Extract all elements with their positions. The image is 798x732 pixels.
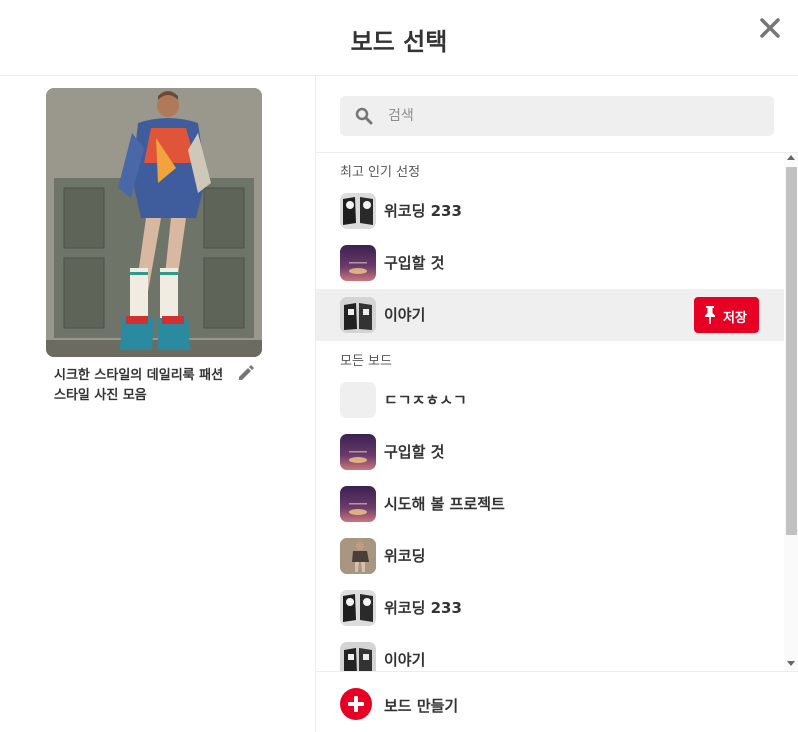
board-row-all-2[interactable]: 시도해 볼 프로젝트 [316, 478, 784, 530]
scroll-up-arrow-icon[interactable] [787, 155, 795, 160]
scroll-down-arrow-icon[interactable] [787, 661, 795, 666]
board-select-modal: 보드 선택 시크한 스타일의 데일리룩 패션 스타일 사진 모음 검색 최고 인… [0, 0, 798, 732]
board-name: ㄷㄱㅈㅎㅅㄱ [384, 391, 467, 409]
board-name: 위코딩 [384, 547, 426, 565]
create-board-button[interactable]: 보드 만들기 [316, 671, 798, 732]
board-thumbnail [340, 382, 376, 418]
board-row-top-2[interactable]: 이야기 저장 [316, 289, 784, 341]
board-thumbnail [340, 642, 376, 671]
modal-header: 보드 선택 [0, 0, 798, 76]
board-name: 구입할 것 [384, 254, 445, 272]
section-label-all: 모든 보드 [340, 354, 392, 369]
board-name: 시도해 볼 프로젝트 [384, 495, 505, 513]
edit-description-button[interactable] [236, 363, 256, 383]
board-row-all-5[interactable]: 이야기 [316, 634, 784, 671]
section-label-top: 최고 인기 선정 [340, 165, 421, 180]
board-name: 위코딩 233 [384, 599, 462, 617]
board-picker: 최고 인기 선정 위코딩 233 [315, 76, 798, 732]
board-thumbnail [340, 434, 376, 470]
save-button[interactable]: 저장 [694, 297, 759, 333]
close-button[interactable] [756, 14, 784, 42]
search-icon [355, 107, 373, 125]
search-input[interactable] [388, 96, 758, 136]
board-row-all-0[interactable]: ㄷㄱㅈㅎㅅㄱ [316, 374, 784, 426]
scroll-thumb[interactable] [786, 167, 797, 535]
create-board-label: 보드 만들기 [384, 697, 459, 715]
board-row-all-3[interactable]: 위코딩 [316, 530, 784, 582]
pin-image [46, 88, 262, 357]
pencil-icon [239, 365, 254, 380]
board-thumbnail [340, 245, 376, 281]
pin-preview: 시크한 스타일의 데일리룩 패션 스타일 사진 모음 [0, 76, 315, 732]
board-thumbnail [340, 297, 376, 333]
board-list: 최고 인기 선정 위코딩 233 구입할 것 이야기 저장 모든 보드 ㄷㄱㅈㅎ… [316, 152, 798, 671]
board-thumbnail [340, 193, 376, 229]
pin-icon [705, 306, 715, 324]
board-list-scrollbar[interactable] [784, 153, 798, 671]
plus-circle-icon [340, 688, 372, 720]
board-thumbnail [340, 486, 376, 522]
save-button-label: 저장 [723, 311, 747, 326]
pin-description: 시크한 스타일의 데일리룩 패션 스타일 사진 모음 [54, 368, 224, 403]
board-name: 위코딩 233 [384, 202, 462, 220]
board-row-all-4[interactable]: 위코딩 233 [316, 582, 784, 634]
board-name: 이야기 [384, 306, 426, 324]
board-name: 이야기 [384, 651, 426, 669]
board-thumbnail [340, 538, 376, 574]
board-row-all-1[interactable]: 구입할 것 [316, 426, 784, 478]
board-name: 구입할 것 [384, 443, 445, 461]
board-row-top-0[interactable]: 위코딩 233 [316, 185, 784, 237]
close-icon [760, 18, 780, 38]
board-thumbnail [340, 590, 376, 626]
search-box[interactable] [340, 96, 774, 136]
board-row-top-1[interactable]: 구입할 것 [316, 237, 784, 289]
modal-title: 보드 선택 [350, 28, 448, 56]
